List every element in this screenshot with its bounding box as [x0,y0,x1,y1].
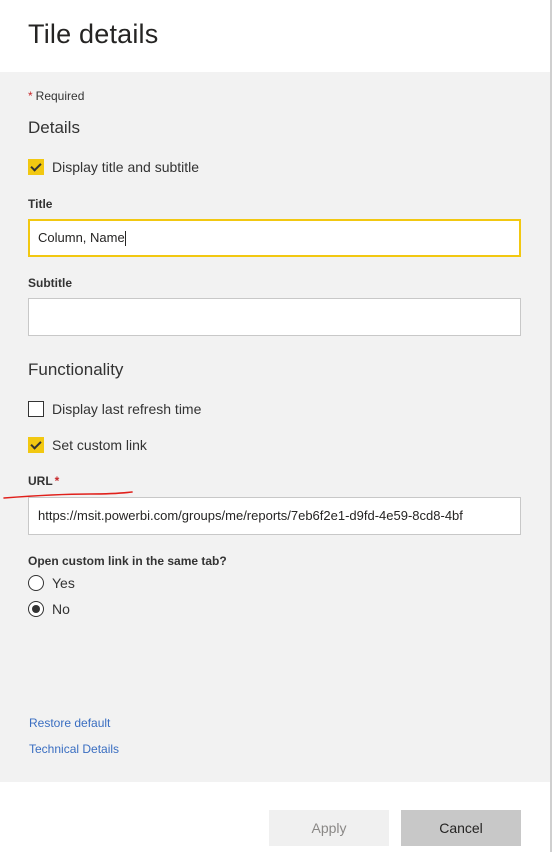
panel-header: Tile details [0,0,550,72]
display-title-checkbox-row[interactable]: Display title and subtitle [28,158,199,176]
refresh-time-label: Display last refresh time [52,401,202,417]
panel-footer: Apply Cancel [0,782,550,852]
radio-no-row[interactable]: No [28,600,70,618]
radio-no[interactable] [28,601,44,617]
refresh-time-checkbox-row[interactable]: Display last refresh time [28,400,201,418]
functionality-heading: Functionality [28,360,124,379]
restore-default-link[interactable]: Restore default [29,716,110,730]
text-caret [124,231,126,247]
refresh-time-checkbox[interactable] [28,401,44,417]
same-tab-question: Open custom link in the same tab? [28,554,227,568]
subtitle-input[interactable] [28,298,521,336]
url-label-text: URL [28,474,53,488]
required-text: Required [35,89,85,103]
url-label: URL * [28,474,59,488]
required-note: * Required [28,89,84,103]
custom-link-checkbox-row[interactable]: Set custom link [28,436,147,454]
radio-no-label: No [52,601,70,617]
radio-yes[interactable] [28,575,44,591]
radio-yes-label: Yes [52,575,75,591]
display-title-label: Display title and subtitle [52,159,200,175]
url-input[interactable]: https://msit.powerbi.com/groups/me/repor… [28,497,521,535]
display-title-checkbox[interactable] [28,159,44,175]
custom-link-checkbox[interactable] [28,437,44,453]
panel-title: Tile details [28,19,159,49]
title-label: Title [28,197,53,211]
subtitle-label: Subtitle [28,276,72,290]
details-heading: Details [28,118,80,137]
tile-details-panel: Tile details * Required Details Display t… [0,0,552,852]
radio-yes-row[interactable]: Yes [28,574,75,592]
cancel-button[interactable]: Cancel [401,810,521,846]
technical-details-link[interactable]: Technical Details [29,742,119,756]
required-star: * [28,89,33,103]
title-value: Column, Name [38,230,125,245]
url-required-star: * [54,474,60,488]
panel-body: * Required Details Display title and subt… [0,72,550,782]
title-input[interactable]: Column, Name [28,219,521,257]
custom-link-label: Set custom link [52,437,147,453]
apply-button[interactable]: Apply [269,810,389,846]
